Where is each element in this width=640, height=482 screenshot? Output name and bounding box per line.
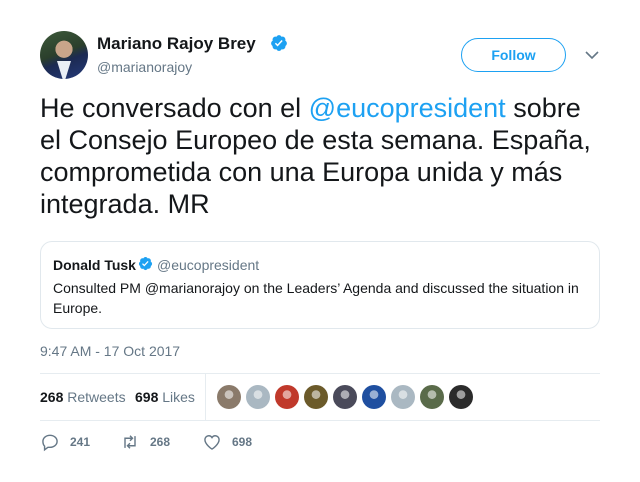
liker-avatar[interactable] — [333, 385, 357, 409]
tweet-stats: 268 Retweets 698 Likes — [40, 374, 600, 420]
retweets-stat[interactable]: 268 Retweets — [40, 389, 126, 405]
tweet-mention-link[interactable]: @eucopresident — [309, 93, 506, 123]
avatar-shirt — [57, 61, 71, 79]
reply-count: 241 — [70, 435, 91, 449]
liker-avatar[interactable] — [275, 385, 299, 409]
heart-icon — [204, 435, 220, 450]
quoted-tweet-text: Consulted PM @marianorajoy on the Leader… — [53, 280, 579, 316]
tweet-text-before: He conversado con el — [40, 93, 309, 123]
likes-stat-label: Likes — [162, 389, 195, 405]
author-avatar[interactable] — [40, 31, 88, 79]
tweet-text: He conversado con el @eucopresident sobr… — [40, 92, 605, 220]
quoted-tweet[interactable]: Donald Tusk @eucopresident Consulted PM … — [40, 241, 600, 329]
verified-badge-icon — [271, 35, 287, 51]
liker-avatar[interactable] — [304, 385, 328, 409]
like-count: 698 — [232, 435, 253, 449]
likes-stat[interactable]: 698 Likes — [135, 389, 195, 405]
author-name[interactable]: Mariano Rajoy Brey — [97, 34, 256, 54]
liker-avatar[interactable] — [420, 385, 444, 409]
retweet-count: 268 — [150, 435, 171, 449]
reply-button[interactable]: 241 — [40, 430, 90, 454]
tweet-timestamp[interactable]: 9:47 AM - 17 Oct 2017 — [40, 343, 180, 359]
liker-avatar[interactable] — [362, 385, 386, 409]
liker-avatar[interactable] — [246, 385, 270, 409]
liker-avatar[interactable] — [449, 385, 473, 409]
retweets-stat-label: Retweets — [67, 389, 126, 405]
stats-divider-bottom — [40, 420, 600, 421]
retweet-button[interactable]: 268 — [120, 430, 170, 454]
like-button[interactable]: 698 — [202, 430, 252, 454]
retweet-icon — [124, 435, 136, 449]
chevron-down-icon[interactable] — [584, 48, 600, 62]
quoted-author-handle: @eucopresident — [157, 257, 260, 273]
likes-stat-count: 698 — [135, 389, 159, 405]
quoted-verified-badge-icon — [138, 256, 153, 271]
follow-button[interactable]: Follow — [461, 38, 566, 72]
liker-avatar[interactable] — [391, 385, 415, 409]
author-handle[interactable]: @marianorajoy — [97, 59, 192, 75]
liker-avatar[interactable] — [217, 385, 241, 409]
retweets-stat-count: 268 — [40, 389, 64, 405]
stats-separator — [205, 374, 206, 420]
quoted-author-name: Donald Tusk — [53, 257, 136, 273]
reply-icon — [42, 434, 58, 452]
